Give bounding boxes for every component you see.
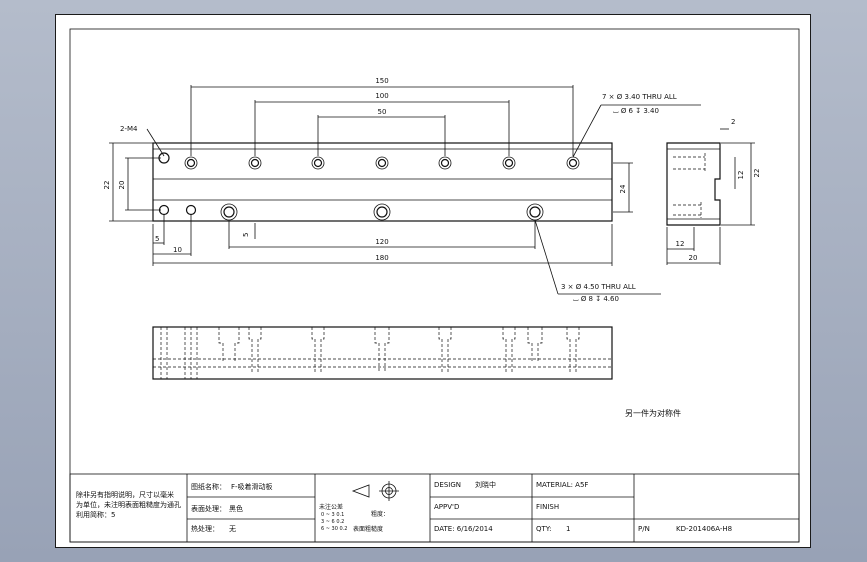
tb-finish: FINISH [536,503,559,511]
lower-hole-row [158,203,544,221]
dim-120: 120 [375,238,388,246]
tb-surface-rough: 表面粗糙度 [353,525,383,533]
dim-22: 22 [103,181,111,190]
inner-border [69,28,800,543]
tb-note-2: 为单位，未注明表面粗糙度为通孔 [76,500,181,509]
dim-5b: 5 [242,233,250,237]
tb-designer: 刘晓中 [475,480,496,489]
tb-note-3: 利用简称：5 [76,510,115,519]
tb-part-name: F-吸着滑动板 [231,482,273,491]
tb-appvd: APPV'D [434,503,459,511]
drawing-svg: 150 100 50 22 20 2-M4 24 5 10 120 180 5 … [69,28,800,543]
side-profile [666,142,721,226]
drawing-sheet: 150 100 50 22 20 2-M4 24 5 10 120 180 5 … [55,14,811,548]
title-block: 除非另有指明说明，尺寸以毫米 为单位，未注明表面粗糙度为通孔 利用简称：5 图纸… [69,473,800,543]
dim-5a: 5 [155,235,159,243]
tb-pn: KD-201406A-H8 [676,525,732,533]
upper-hole-row [158,152,580,170]
dim-24: 24 [619,184,627,193]
tb-surface: 黑色 [229,504,243,513]
dim-50: 50 [378,108,387,116]
tb-tol-line-3: 6 ~ 30 0.2 [321,526,347,532]
symmetric-part-note: 另一件为对称件 [625,408,681,418]
section-outline [152,326,613,380]
side-dim-2: 2 [731,118,735,126]
right-dimension: 24 [613,162,633,213]
projection-symbol-icon [351,481,399,501]
dim-100: 100 [375,92,388,100]
tb-tol-line-1: 0 ~ 3 0.1 [321,512,344,518]
tb-qty-label: QTY: [536,525,552,533]
dim-10: 10 [173,246,182,254]
dim-150: 150 [375,77,388,85]
top-dimensions: 150 100 50 [190,77,574,156]
side-view: 2 12 22 12 20 [666,118,761,265]
tb-surface-label: 表面处理： [191,504,226,513]
hole-callout-upper: 7 × Ø 3.40 THRU ALL ⌴ Ø 6 ↧ 3.40 [572,93,701,158]
tb-note-1: 除非另有指明说明，尺寸以毫米 [76,490,174,499]
cad-viewport: 150 100 50 22 20 2-M4 24 5 10 120 180 5 … [0,0,867,562]
tb-qty: 1 [566,525,570,533]
tb-design-label: DESIGN [434,481,461,489]
tb-tol-title: 未注公差 [319,503,343,511]
hole1-callout-line2: ⌴ Ø 6 ↧ 3.40 [613,107,659,115]
side-dim-22: 22 [753,169,761,178]
hole2-callout-line1: 3 × Ø 4.50 THRU ALL [561,283,636,291]
front-view: 150 100 50 22 20 2-M4 24 5 10 120 180 5 … [103,77,701,303]
tb-tol-line-2: 3 ~ 6 0.2 [321,519,344,525]
side-dim-12h: 12 [676,240,685,248]
side-dim-12v: 12 [737,171,745,180]
tb-pn-label: P/N [638,525,650,533]
side-dim-20: 20 [689,254,698,262]
section-view [152,326,613,380]
tb-date: DATE: 6/16/2014 [434,525,493,533]
hole2-callout-line2: ⌴ Ø 8 ↧ 4.60 [573,295,619,303]
tb-heat: 无 [229,525,236,533]
tb-rough-label: 粗度： [371,510,389,518]
m4-callout: 2-M4 [120,125,138,133]
hole-callout-lower: 3 × Ø 4.50 THRU ALL ⌴ Ø 8 ↧ 4.60 [534,219,661,303]
dim-20: 20 [118,181,126,190]
tb-material: MATERIAL: A5F [536,481,588,489]
left-dimensions: 22 20 2-M4 [103,125,165,222]
hole1-callout-line1: 7 × Ø 3.40 THRU ALL [602,93,677,101]
dim-180: 180 [375,254,388,262]
tb-part-name-label: 图纸名称： [191,482,226,491]
tb-heat-label: 热处理： [191,524,219,533]
bottom-dimensions: 5 10 120 180 5 [152,215,613,266]
